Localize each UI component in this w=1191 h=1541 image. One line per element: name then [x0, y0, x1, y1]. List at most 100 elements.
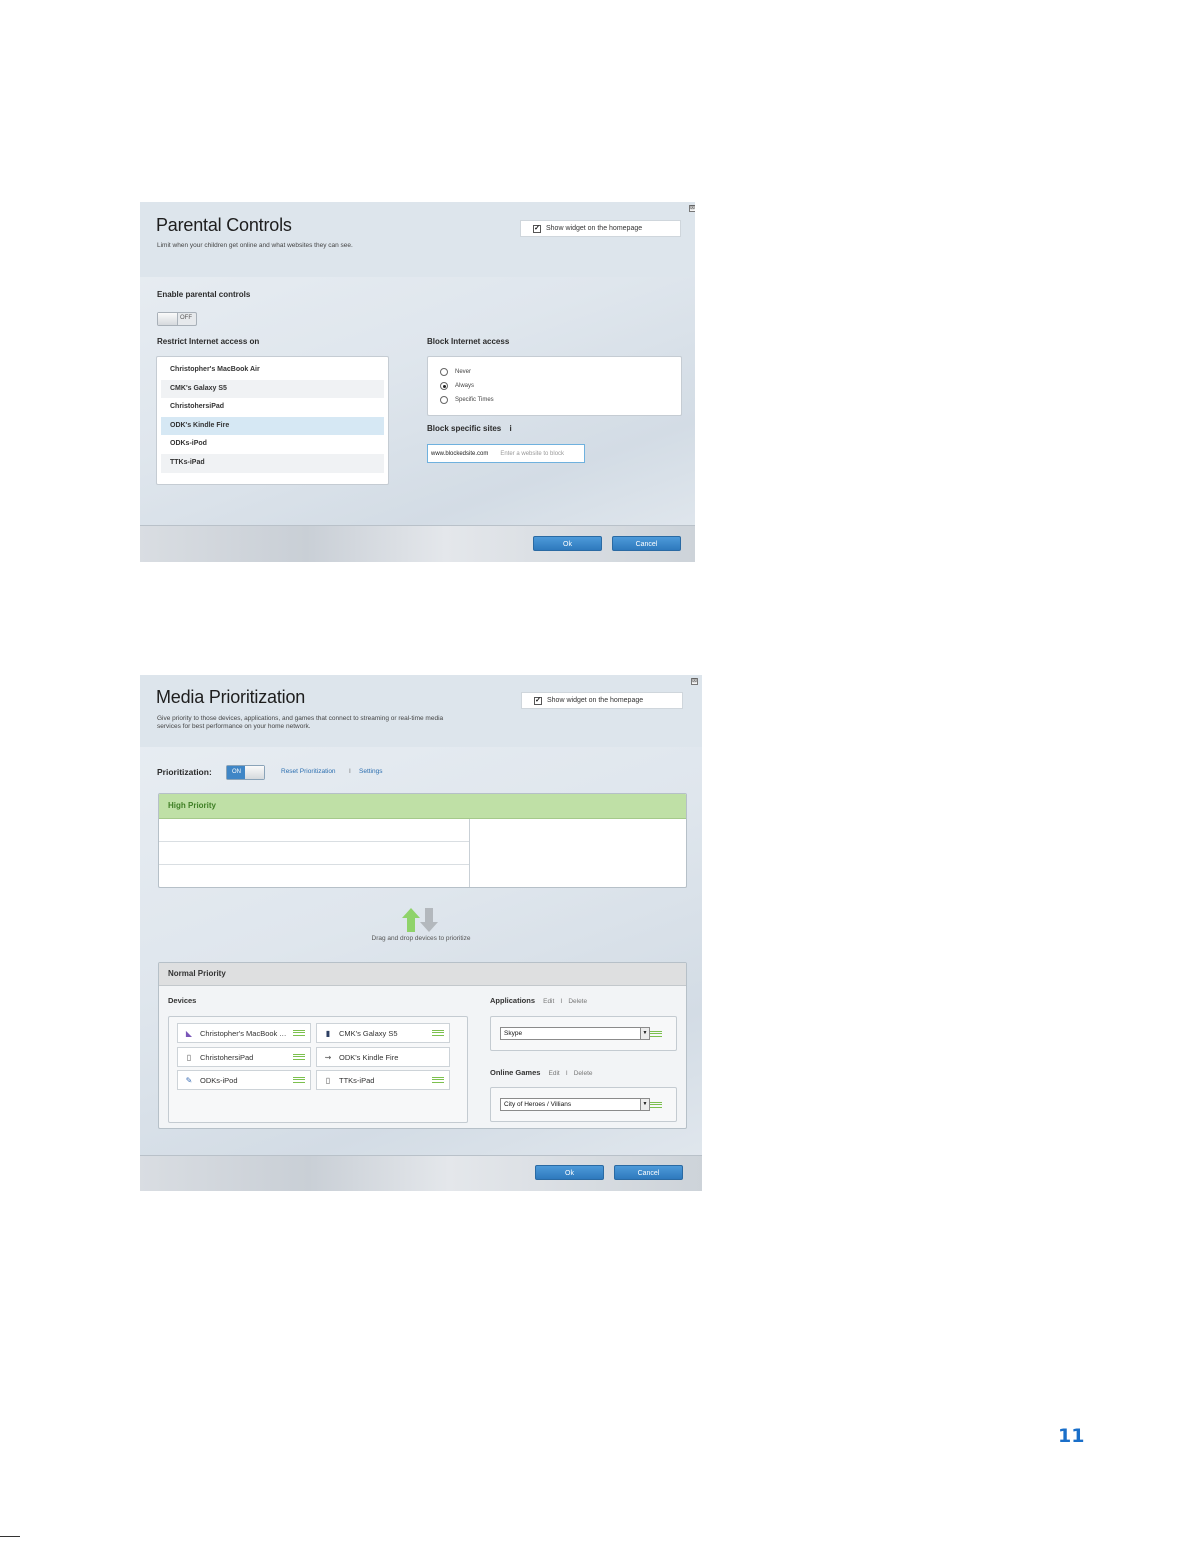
device-chip-label: TTKs-iPad [339, 1075, 375, 1085]
dialog-title: Media Prioritization [156, 687, 306, 707]
chevron-down-icon[interactable]: ▼ [640, 1028, 649, 1039]
toggle-state-label: OFF [180, 315, 192, 321]
page-number: 11 [1058, 1425, 1085, 1447]
parental-controls-dialog: ⊠ Parental Controls Limit when your chil… [140, 202, 695, 562]
device-list-item[interactable]: ChristohersiPad [161, 398, 384, 417]
device-chip[interactable]: ▯ ChristohersiPad [177, 1047, 311, 1067]
device-list: Christopher's MacBook Air CMK's Galaxy S… [156, 356, 389, 485]
high-priority-slots [159, 819, 470, 887]
dialog-title: Parental Controls [156, 215, 292, 235]
dialog-header [140, 202, 695, 277]
high-priority-header: High Priority [159, 794, 686, 819]
page-corner-rule [0, 1536, 20, 1537]
normal-priority-devices: ◣ Christopher's MacBook Air ▮ CMK's Gala… [168, 1016, 468, 1123]
ok-button[interactable]: Ok [535, 1165, 604, 1180]
show-widget-checkbox[interactable]: ✓ Show widget on the homepage [520, 220, 681, 237]
drag-handle-icon[interactable] [650, 1102, 662, 1108]
device-list-item[interactable]: TTKs-iPad [161, 453, 384, 473]
cancel-button[interactable]: Cancel [614, 1165, 683, 1180]
chevron-down-icon[interactable]: ▼ [640, 1099, 649, 1110]
settings-link[interactable]: Settings [359, 768, 383, 775]
applications-edit-link[interactable]: Edit [543, 998, 554, 1005]
radio-button[interactable] [440, 368, 448, 376]
arrow-up-icon [402, 908, 420, 932]
close-icon[interactable]: ⊠ [689, 205, 695, 212]
close-icon[interactable]: ⊠ [691, 678, 698, 685]
game-select[interactable]: City of Heroes / Villians ▼ [500, 1098, 650, 1111]
block-site-input[interactable]: www.blockedsite.com Enter a website to b… [427, 444, 585, 463]
device-list-item[interactable]: ODKs-iPod [161, 435, 384, 454]
tablet-icon: ▯ [186, 1052, 192, 1062]
info-icon[interactable]: i [510, 424, 512, 433]
radio-option-never[interactable]: Never [440, 365, 681, 379]
devices-label: Devices [168, 996, 197, 1005]
priority-slot[interactable] [159, 819, 469, 842]
applications-title: Applications [490, 996, 536, 1005]
normal-priority-panel: Normal Priority Devices ◣ Christopher's … [158, 962, 687, 1129]
block-sites-text: Block specific sites [427, 424, 502, 433]
link-separator: I [349, 768, 351, 775]
block-access-label: Block Internet access [427, 337, 510, 346]
drag-handle-icon[interactable] [432, 1077, 444, 1083]
applications-delete-link[interactable]: Delete [568, 998, 587, 1005]
phone-icon: ▮ [325, 1028, 331, 1038]
device-list-item[interactable]: CMK's Galaxy S5 [161, 379, 384, 399]
games-edit-link[interactable]: Edit [549, 1070, 560, 1077]
radio-option-specific-times[interactable]: Specific Times [440, 393, 681, 407]
device-chip-label: ODK's Kindle Fire [339, 1052, 399, 1062]
block-access-options: Never Always Specific Times [427, 356, 682, 416]
media-player-icon: ✎ [185, 1075, 193, 1085]
description-line: Give priority to those devices, applicat… [157, 715, 444, 722]
device-chip-label: ODKs-iPod [200, 1075, 238, 1085]
cancel-button[interactable]: Cancel [612, 536, 681, 551]
drag-handle-icon[interactable] [293, 1054, 305, 1060]
device-chip[interactable]: ✎ ODKs-iPod [177, 1070, 311, 1090]
application-select-value: Skype [504, 1030, 523, 1037]
parental-controls-toggle[interactable]: OFF [157, 312, 197, 326]
reset-prioritization-link[interactable]: Reset Prioritization [281, 768, 336, 775]
show-widget-label: Show widget on the homepage [547, 697, 644, 704]
dialog-description: Give priority to those devices, applicat… [157, 715, 443, 731]
link-separator: I [560, 998, 563, 1005]
toggle-knob [245, 766, 264, 779]
prioritization-toggle[interactable]: ON [226, 765, 265, 780]
applications-label: Applications Edit I Delete [490, 996, 587, 1005]
radio-option-always[interactable]: Always [440, 379, 681, 393]
drag-handle-icon[interactable] [432, 1030, 444, 1036]
tablet-icon: ▯ [325, 1075, 331, 1085]
device-list-item-selected[interactable]: ODK's Kindle Fire [161, 416, 384, 436]
arrow-down-icon [420, 908, 438, 932]
priority-slot[interactable] [159, 842, 469, 865]
games-delete-link[interactable]: Delete [574, 1070, 593, 1077]
radio-label: Never [455, 369, 472, 375]
drag-hint-text: Drag and drop devices to prioritize [371, 935, 471, 942]
dialog-header [140, 675, 702, 747]
link-separator: I [565, 1070, 568, 1077]
show-widget-checkbox[interactable]: ✓ Show widget on the homepage [521, 692, 683, 709]
toggle-knob [158, 313, 178, 325]
ok-button[interactable]: Ok [533, 536, 602, 551]
priority-slot[interactable] [159, 865, 469, 887]
device-chip[interactable]: ◣ Christopher's MacBook Air [177, 1023, 311, 1043]
device-list-item[interactable]: Christopher's MacBook Air [161, 361, 384, 380]
normal-priority-header: Normal Priority [159, 963, 686, 986]
online-games-label: Online Games Edit I Delete [490, 1068, 593, 1077]
drag-arrows-icon [402, 908, 438, 932]
radio-button[interactable] [440, 396, 448, 404]
laptop-icon: ◣ [185, 1028, 193, 1038]
device-chip-label: Christopher's MacBook Air [200, 1028, 287, 1038]
drag-handle-icon[interactable] [293, 1030, 305, 1036]
checkbox-checked-icon[interactable]: ✓ [534, 696, 542, 705]
high-priority-panel[interactable]: High Priority [158, 793, 687, 888]
toggle-state-label: ON [227, 766, 246, 779]
device-chip[interactable]: ▯ TTKs-iPad [316, 1070, 450, 1090]
device-chip[interactable]: ▮ CMK's Galaxy S5 [316, 1023, 450, 1043]
drag-handle-icon[interactable] [293, 1077, 305, 1083]
drag-handle-icon[interactable] [650, 1031, 662, 1037]
checkbox-checked-icon[interactable]: ✓ [533, 224, 541, 233]
application-select[interactable]: Skype ▼ [500, 1027, 650, 1040]
device-chip-label: CMK's Galaxy S5 [339, 1028, 398, 1038]
ereader-icon: ⇝ [324, 1052, 332, 1062]
device-chip[interactable]: ⇝ ODK's Kindle Fire [316, 1047, 450, 1067]
radio-button-selected[interactable] [440, 382, 448, 390]
